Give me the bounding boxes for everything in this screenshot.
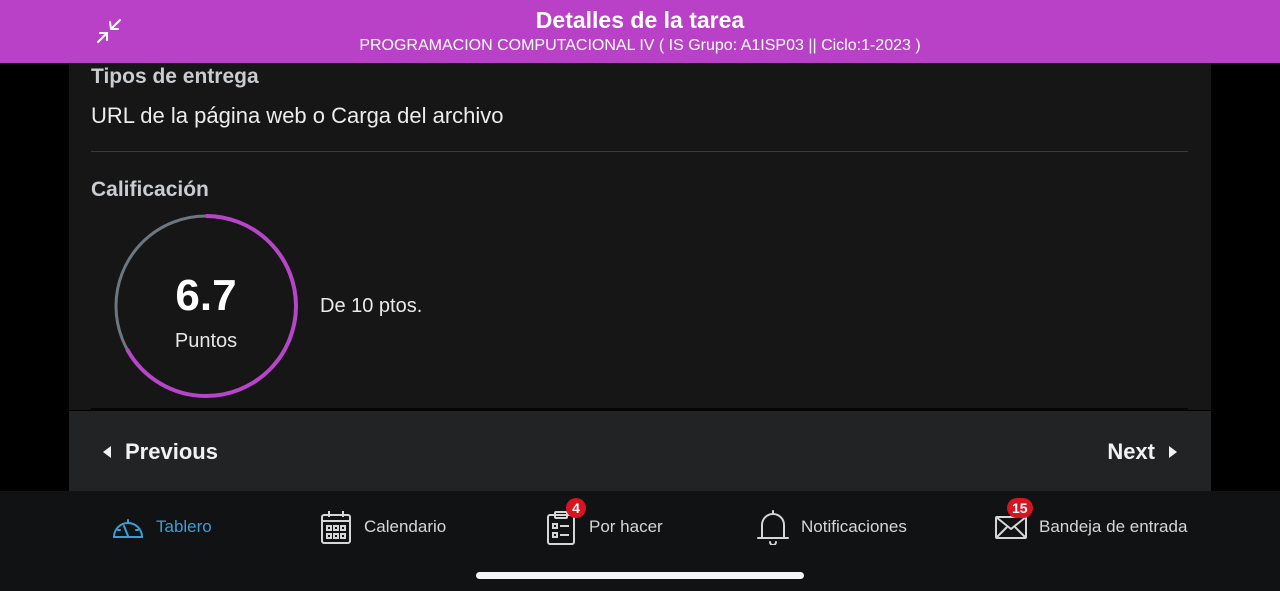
- grade-out-of: De 10 ptos.: [320, 295, 423, 317]
- previous-label: Previous: [125, 439, 218, 464]
- bell-icon: [755, 509, 791, 546]
- next-button[interactable]: Next: [1107, 439, 1177, 465]
- inbox-count-badge: 15: [1007, 498, 1033, 518]
- dashboard-gauge-icon: [110, 509, 146, 545]
- caret-left-icon: [103, 446, 111, 458]
- tab-label: Tablero: [156, 517, 212, 536]
- tab-tablero[interactable]: Tablero: [110, 505, 212, 549]
- section-divider: [91, 151, 1188, 152]
- home-indicator[interactable]: [476, 572, 804, 579]
- tab-bandeja-de-entrada[interactable]: 15 Bandeja de entrada: [993, 498, 1188, 549]
- tab-por-hacer[interactable]: 4 Por hacer: [543, 498, 663, 549]
- grade-label: Calificación: [91, 178, 209, 201]
- grade-unit: Puntos: [174, 330, 238, 352]
- tab-label: Bandeja de entrada: [1039, 517, 1188, 536]
- tab-label: Notificaciones: [801, 517, 907, 536]
- tab-label: Por hacer: [589, 517, 663, 536]
- next-label: Next: [1107, 439, 1155, 464]
- todo-count-badge: 4: [566, 498, 586, 518]
- caret-right-icon: [1169, 446, 1177, 458]
- submission-type-value: URL de la página web o Carga del archivo: [91, 103, 504, 128]
- calendar-icon: [318, 509, 354, 545]
- app-header: Detalles de la tarea PROGRAMACION COMPUT…: [0, 0, 1280, 63]
- previous-button[interactable]: Previous: [103, 439, 218, 465]
- task-pager: Previous Next: [69, 411, 1211, 491]
- todo-clipboard-icon: 4: [543, 498, 586, 545]
- page-title: Detalles de la tarea: [535, 7, 745, 33]
- submission-type-label: Tipos de entrega: [91, 65, 259, 88]
- mail-icon: 15: [993, 498, 1033, 545]
- tab-label: Calendario: [364, 517, 447, 536]
- grade-score: 6.7: [175, 271, 237, 320]
- task-details-card: Tipos de entrega URL de la página web o …: [69, 63, 1211, 410]
- grade-gauge: 6.7 Puntos: [113, 213, 299, 399]
- course-subtitle: PROGRAMACION COMPUTACIONAL IV ( IS Grupo…: [359, 37, 921, 54]
- tab-calendario[interactable]: Calendario: [318, 505, 446, 549]
- tab-notificaciones[interactable]: Notificaciones: [755, 505, 907, 549]
